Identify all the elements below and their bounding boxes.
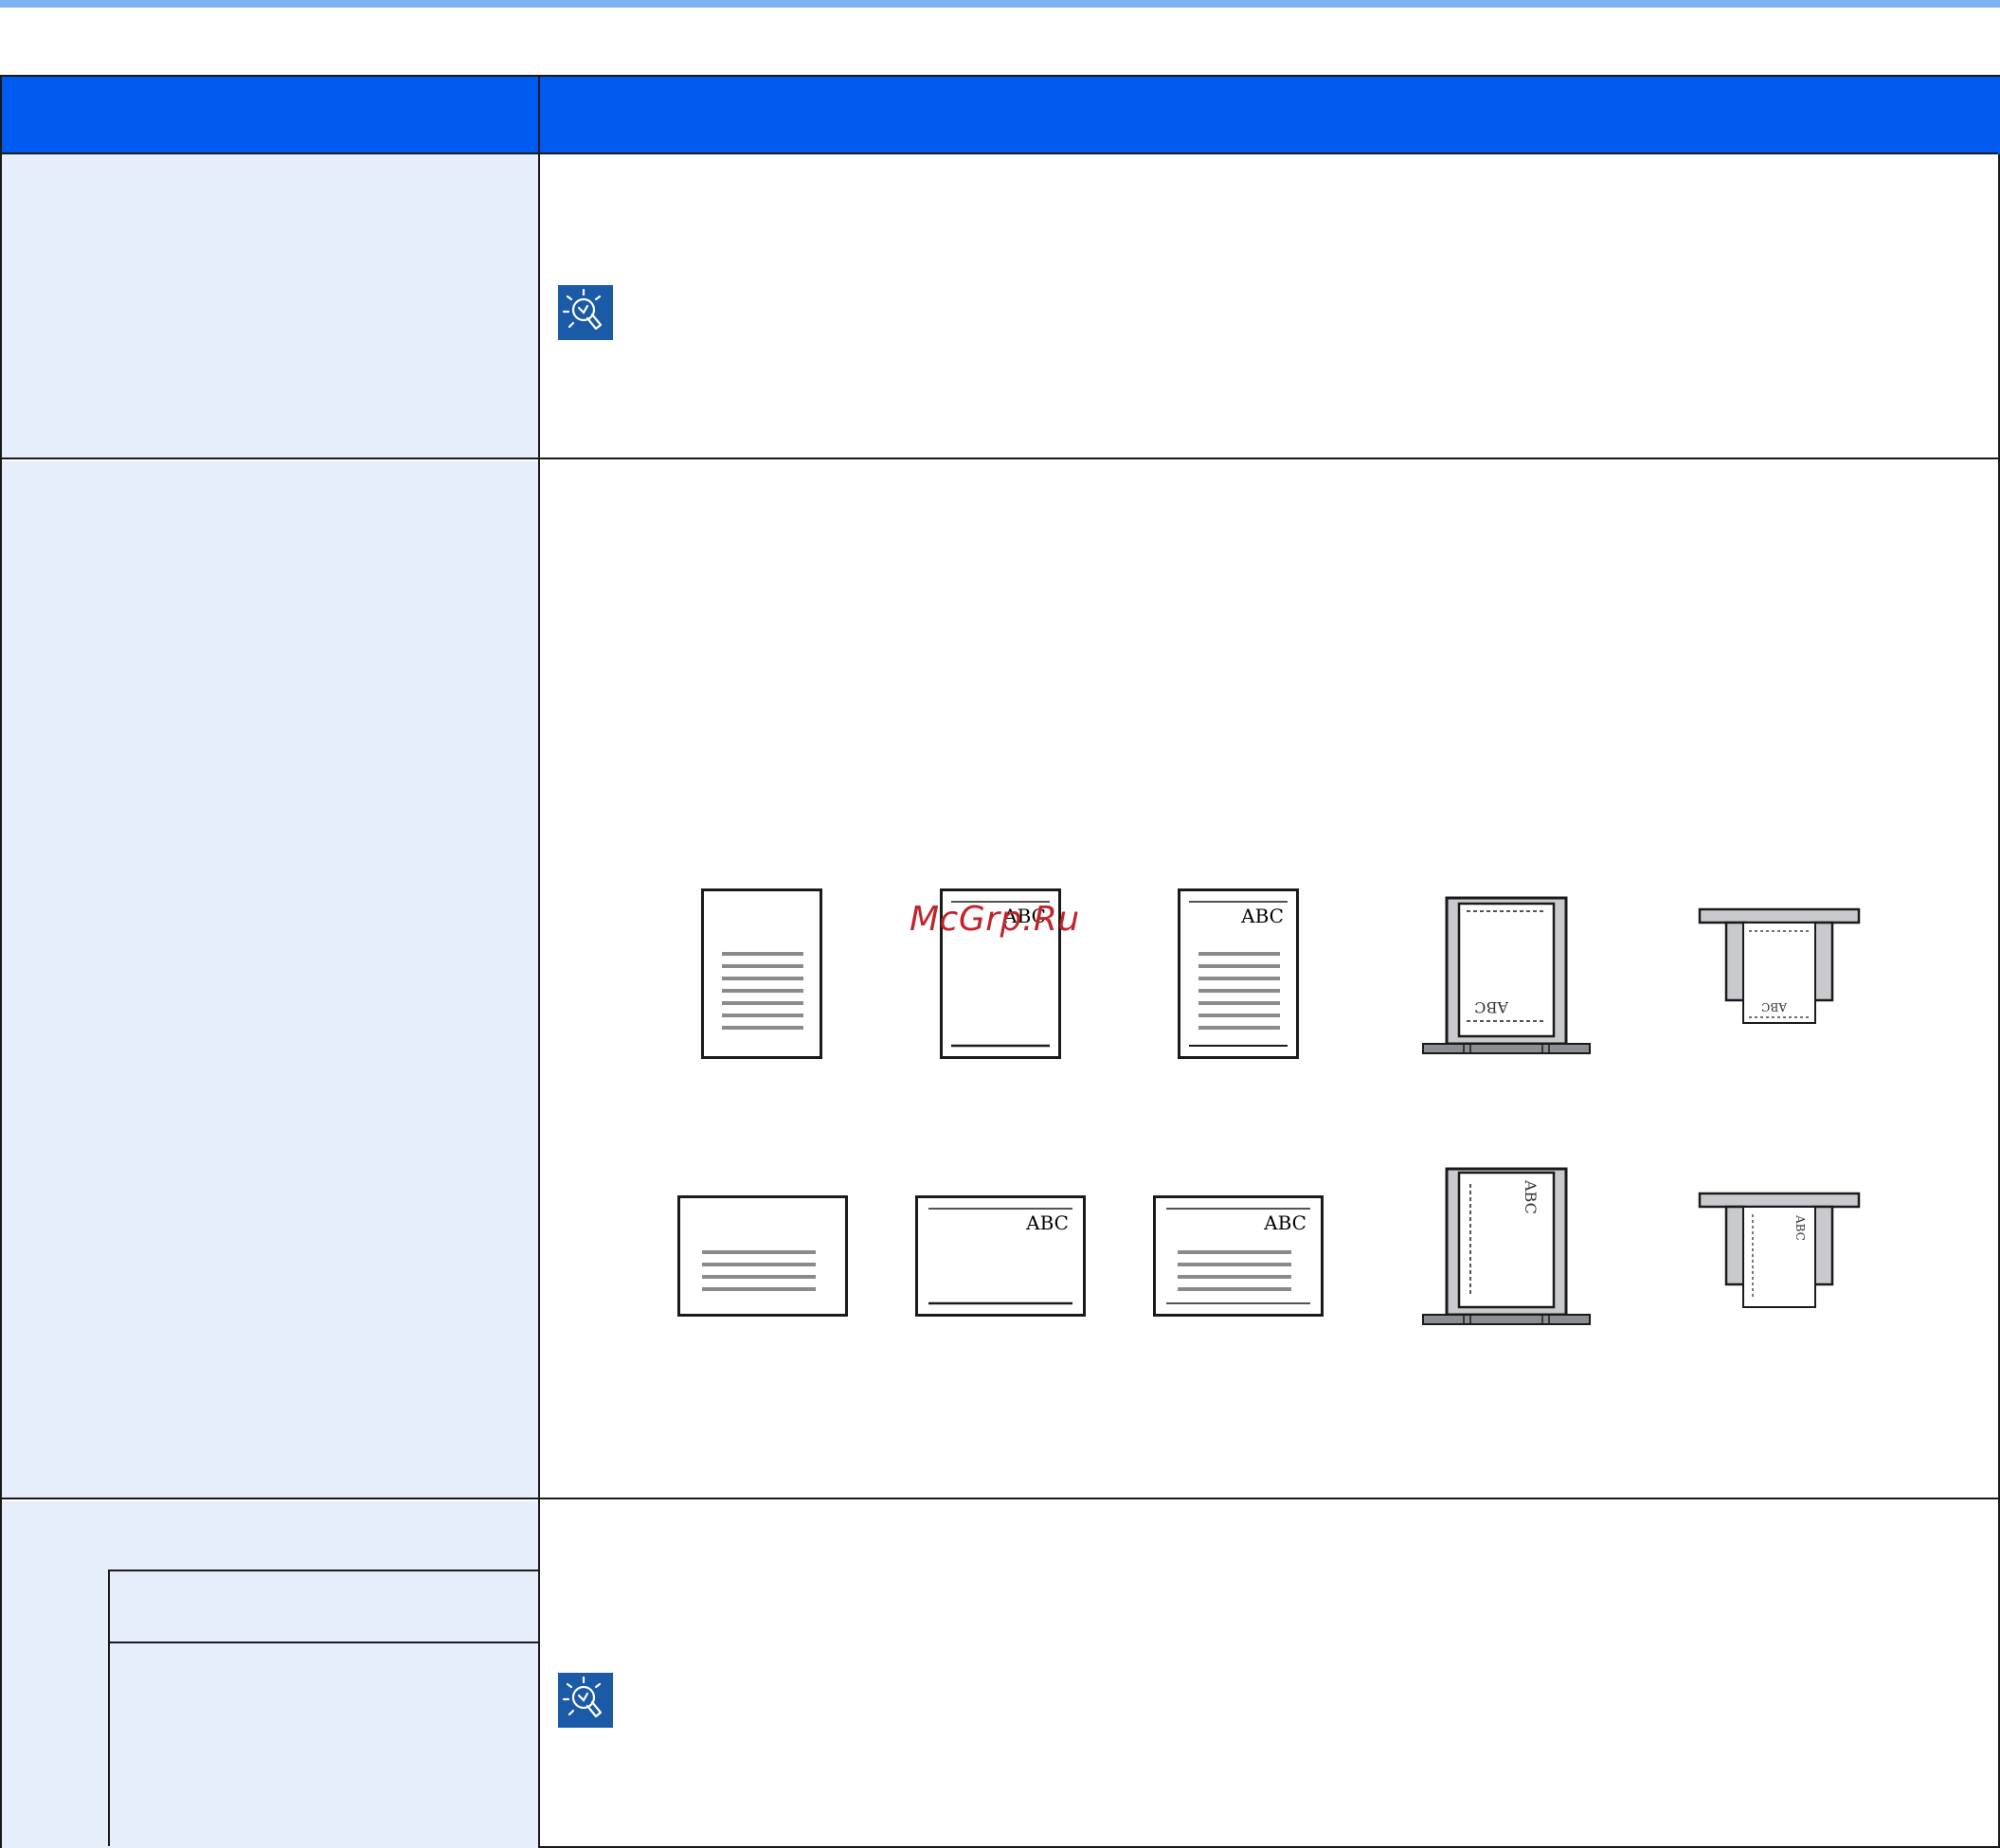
sample-text: ABC (1474, 998, 1509, 1016)
table-header-description-column (540, 77, 2000, 154)
tray-loaded-original-illustration: ABC (1698, 907, 1861, 1024)
row-divider (2, 458, 1998, 459)
hint-lightbulb-icon (558, 1673, 613, 1728)
row-1-item-cell (2, 154, 538, 459)
sub-row-divider (108, 1570, 538, 1571)
landscape-abc-lined-page-illustration: ABC (1153, 1195, 1324, 1317)
sub-row-divider (108, 1642, 538, 1643)
row-3-item-cell (2, 1501, 538, 1848)
watermark: McGrp.Ru (910, 900, 1080, 939)
sample-text: ABC (1240, 905, 1284, 927)
blank-lined-page-illustration (701, 888, 822, 1059)
landscape-abc-header-footer-page-illustration: ABC (915, 1195, 1086, 1317)
tray-rotated-original-illustration: ABC (1698, 1192, 1861, 1308)
sample-text: ABC (1522, 1179, 1540, 1214)
row-divider (2, 1498, 1998, 1499)
sample-text: ABC (1263, 1211, 1306, 1234)
sample-text: ABC (1793, 1214, 1807, 1241)
sample-text: ABC (1761, 1000, 1788, 1014)
sub-row-indent (108, 1570, 110, 1846)
row-2-item-cell (2, 461, 538, 1499)
table-header-item-column (2, 77, 538, 154)
abc-header-lined-page-illustration: ABC (1178, 888, 1299, 1059)
top-rule (0, 0, 2000, 8)
sample-text: ABC (1025, 1211, 1069, 1234)
landscape-lined-page-illustration (677, 1195, 848, 1317)
hint-lightbulb-icon (558, 285, 613, 340)
platen-placed-original-illustration: ABC (1422, 896, 1591, 1054)
platen-rotated-original-illustration: ABC (1422, 1167, 1591, 1325)
